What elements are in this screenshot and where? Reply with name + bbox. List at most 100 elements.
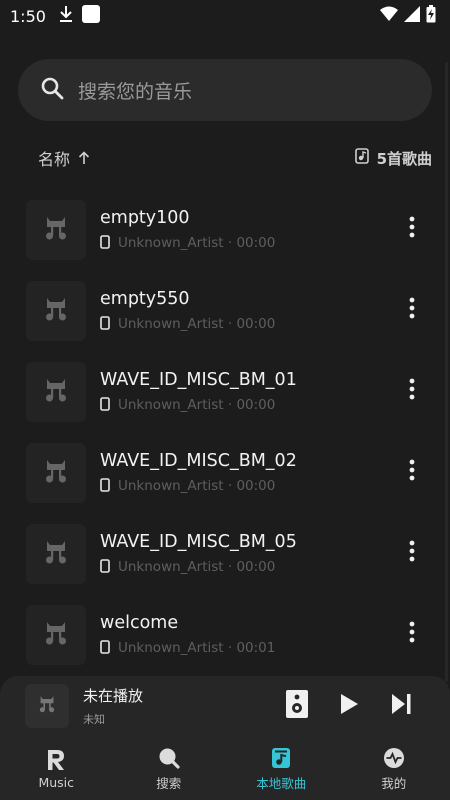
nav-label-profile: 我的 <box>381 776 407 791</box>
song-title: welcome <box>100 612 179 633</box>
status-right-icons <box>380 5 436 27</box>
search-icon <box>158 746 180 770</box>
song-meta: Unknown_Artist · 00:00 <box>118 559 276 575</box>
song-sub: Unknown_Artist · 00:01 <box>100 639 275 658</box>
nav-label-local-songs: 本地歌曲 <box>256 776 307 791</box>
song-meta: Unknown_Artist · 00:00 <box>118 235 276 251</box>
status-bar: 1:50 <box>0 0 450 32</box>
more-vert-icon <box>409 540 415 566</box>
music-note-icon <box>42 376 70 408</box>
song-meta: Unknown_Artist · 00:00 <box>118 478 276 494</box>
phone-icon <box>100 315 110 334</box>
speaker-button[interactable] <box>284 690 310 720</box>
mini-player[interactable]: 未在播放 未知 <box>0 676 450 736</box>
song-info: WAVE_ID_MISC_BM_05 Unknown_Artist · 00:0… <box>100 531 297 577</box>
mini-player-controls <box>284 690 414 720</box>
sort-row: 名称 5首歌曲 <box>0 140 450 176</box>
nav-item-local-songs[interactable]: 本地歌曲 <box>225 736 338 800</box>
more-vert-icon <box>409 621 415 647</box>
phone-icon <box>100 396 110 415</box>
song-info: empty100 Unknown_Artist · 00:00 <box>100 207 275 253</box>
music-file-icon <box>271 746 291 770</box>
profile-icon <box>383 746 405 770</box>
arrow-up-icon[interactable] <box>78 151 90 165</box>
song-info: WAVE_ID_MISC_BM_02 Unknown_Artist · 00:0… <box>100 450 297 496</box>
play-icon <box>339 693 359 719</box>
song-title: WAVE_ID_MISC_BM_02 <box>100 450 297 471</box>
song-sub: Unknown_Artist · 00:00 <box>100 396 297 415</box>
song-meta: Unknown_Artist · 00:00 <box>118 316 276 332</box>
song-item[interactable]: empty100 Unknown_Artist · 00:00 <box>0 189 450 270</box>
status-time: 1:50 <box>10 6 46 26</box>
search-input[interactable]: 搜索您的音乐 <box>18 59 432 121</box>
music-note-icon <box>37 694 57 718</box>
phone-icon <box>100 639 110 658</box>
music-note-icon <box>42 214 70 246</box>
next-button[interactable] <box>388 692 414 720</box>
play-button[interactable] <box>336 692 362 720</box>
more-options-button[interactable] <box>398 377 426 405</box>
music-note-icon <box>42 295 70 327</box>
song-cover <box>26 604 86 665</box>
phone-icon <box>100 477 110 496</box>
song-meta: Unknown_Artist · 00:00 <box>118 397 276 413</box>
sort-button[interactable]: 名称 <box>38 146 70 170</box>
more-options-button[interactable] <box>398 458 426 486</box>
song-title: WAVE_ID_MISC_BM_01 <box>100 369 297 390</box>
nav-item-search[interactable]: 搜索 <box>113 736 226 800</box>
song-item[interactable]: welcome Unknown_Artist · 00:01 <box>0 594 450 675</box>
r-logo-icon <box>47 748 65 772</box>
more-options-button[interactable] <box>398 296 426 324</box>
song-meta: Unknown_Artist · 00:01 <box>118 640 276 656</box>
song-title: WAVE_ID_MISC_BM_05 <box>100 531 297 552</box>
song-info: WAVE_ID_MISC_BM_01 Unknown_Artist · 00:0… <box>100 369 297 415</box>
mini-player-subtitle: 未知 <box>83 713 105 726</box>
more-vert-icon <box>409 216 415 242</box>
wifi-icon <box>380 6 398 26</box>
song-cover <box>26 280 86 341</box>
music-note-icon <box>42 457 70 489</box>
phone-icon <box>100 558 110 577</box>
mini-player-title: 未在播放 <box>83 687 144 705</box>
song-cover <box>26 199 86 260</box>
song-title: empty550 <box>100 288 190 309</box>
song-info: welcome Unknown_Artist · 00:01 <box>100 612 275 658</box>
battery-charging-icon <box>426 5 436 27</box>
more-options-button[interactable] <box>398 215 426 243</box>
song-item[interactable]: WAVE_ID_MISC_BM_02 Unknown_Artist · 00:0… <box>0 432 450 513</box>
song-info: empty550 Unknown_Artist · 00:00 <box>100 288 275 334</box>
song-sub: Unknown_Artist · 00:00 <box>100 234 275 253</box>
song-title: empty100 <box>100 207 190 228</box>
song-cover <box>26 361 86 422</box>
bottom-nav: Music 搜索 本地歌曲 我的 <box>0 736 450 800</box>
phone-icon <box>100 234 110 253</box>
search-placeholder: 搜索您的音乐 <box>78 80 193 103</box>
more-vert-icon <box>409 297 415 323</box>
more-vert-icon <box>409 378 415 404</box>
song-cover <box>26 523 86 584</box>
song-count-label: 5首歌曲 <box>376 149 432 168</box>
song-cover <box>26 442 86 503</box>
song-item[interactable]: WAVE_ID_MISC_BM_01 Unknown_Artist · 00:0… <box>0 351 450 432</box>
song-count: 5首歌曲 <box>354 148 432 169</box>
mini-player-cover <box>25 684 69 728</box>
music-note-icon <box>42 538 70 570</box>
app-square-icon <box>81 5 100 27</box>
status-left-icons <box>58 5 100 27</box>
song-list: empty100 Unknown_Artist · 00:00 empty550… <box>0 189 450 675</box>
nav-label-music: Music <box>38 775 75 790</box>
song-item[interactable]: empty550 Unknown_Artist · 00:00 <box>0 270 450 351</box>
more-vert-icon <box>409 459 415 485</box>
nav-item-profile[interactable]: 我的 <box>338 736 450 800</box>
nav-item-music[interactable]: Music <box>0 736 113 800</box>
song-item[interactable]: WAVE_ID_MISC_BM_05 Unknown_Artist · 00:0… <box>0 513 450 594</box>
more-options-button[interactable] <box>398 620 426 648</box>
more-options-button[interactable] <box>398 539 426 567</box>
song-sub: Unknown_Artist · 00:00 <box>100 558 297 577</box>
skip-next-icon <box>390 693 412 719</box>
song-sub: Unknown_Artist · 00:00 <box>100 477 297 496</box>
song-sub: Unknown_Artist · 00:00 <box>100 315 275 334</box>
music-list-icon <box>354 148 369 168</box>
search-icon <box>40 76 64 104</box>
music-note-icon <box>42 619 70 651</box>
